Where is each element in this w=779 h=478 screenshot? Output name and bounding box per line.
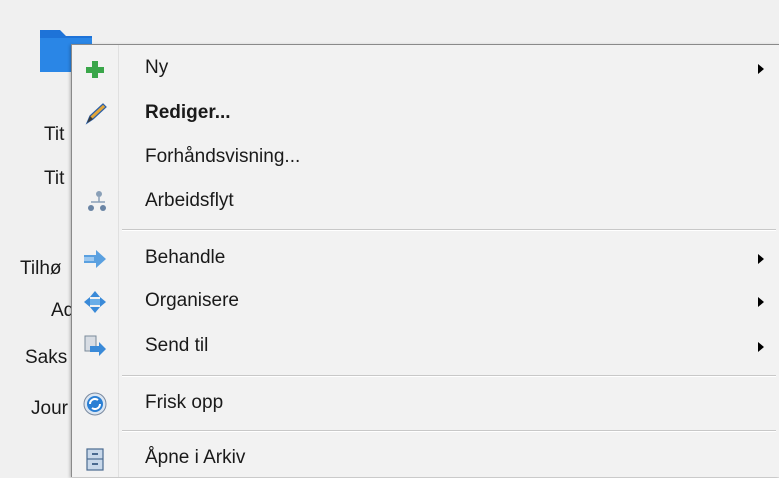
process-arrow-icon — [84, 250, 106, 268]
menu-item-label: Arbeidsflyt — [145, 190, 234, 211]
context-menu: Ny Rediger... Forhåndsvisning... Arbeids… — [71, 44, 779, 477]
menu-item-apne-i-arkiv[interactable]: Åpne i Arkiv — [72, 438, 779, 478]
menu-item-label: Rediger... — [145, 102, 231, 123]
move-icon — [84, 291, 106, 313]
menu-item-ny[interactable]: Ny — [72, 48, 779, 88]
menu-item-label: Frisk opp — [145, 392, 224, 413]
submenu-arrow-icon — [758, 342, 764, 352]
background-label: Tit — [44, 124, 65, 145]
submenu-arrow-icon — [758, 254, 764, 264]
background-label: Saks — [25, 347, 68, 368]
menu-item-rediger[interactable]: Rediger... — [72, 93, 779, 133]
plus-icon — [86, 61, 104, 78]
pencil-icon — [85, 103, 107, 125]
menu-item-frisk-opp[interactable]: Frisk opp — [72, 383, 779, 423]
submenu-arrow-icon — [758, 297, 764, 307]
submenu-arrow-icon — [758, 64, 764, 74]
menu-item-arbeidsflyt[interactable]: Arbeidsflyt — [72, 181, 779, 221]
background-label: Tit — [44, 168, 65, 189]
menu-item-send-til[interactable]: Send til — [72, 326, 779, 366]
menu-item-label: Send til — [145, 335, 209, 356]
menu-item-behandle[interactable]: Behandle — [72, 238, 779, 278]
menu-separator — [122, 229, 776, 231]
refresh-icon — [83, 392, 107, 416]
workflow-icon — [88, 191, 106, 211]
background-label: Jour — [31, 398, 68, 419]
send-to-icon — [84, 335, 106, 356]
menu-item-label: Ny — [145, 57, 169, 78]
menu-item-label: Organisere — [145, 290, 239, 311]
menu-item-label: Åpne i Arkiv — [145, 447, 246, 468]
menu-separator — [122, 430, 776, 432]
background-label: Tilhø — [20, 258, 62, 279]
archive-cabinet-icon — [86, 448, 104, 471]
menu-separator — [122, 375, 776, 377]
menu-item-organisere[interactable]: Organisere — [72, 281, 779, 321]
menu-item-label: Behandle — [145, 247, 226, 268]
menu-item-label: Forhåndsvisning... — [145, 146, 301, 167]
menu-item-forhandsvisning[interactable]: Forhåndsvisning... — [72, 137, 779, 177]
